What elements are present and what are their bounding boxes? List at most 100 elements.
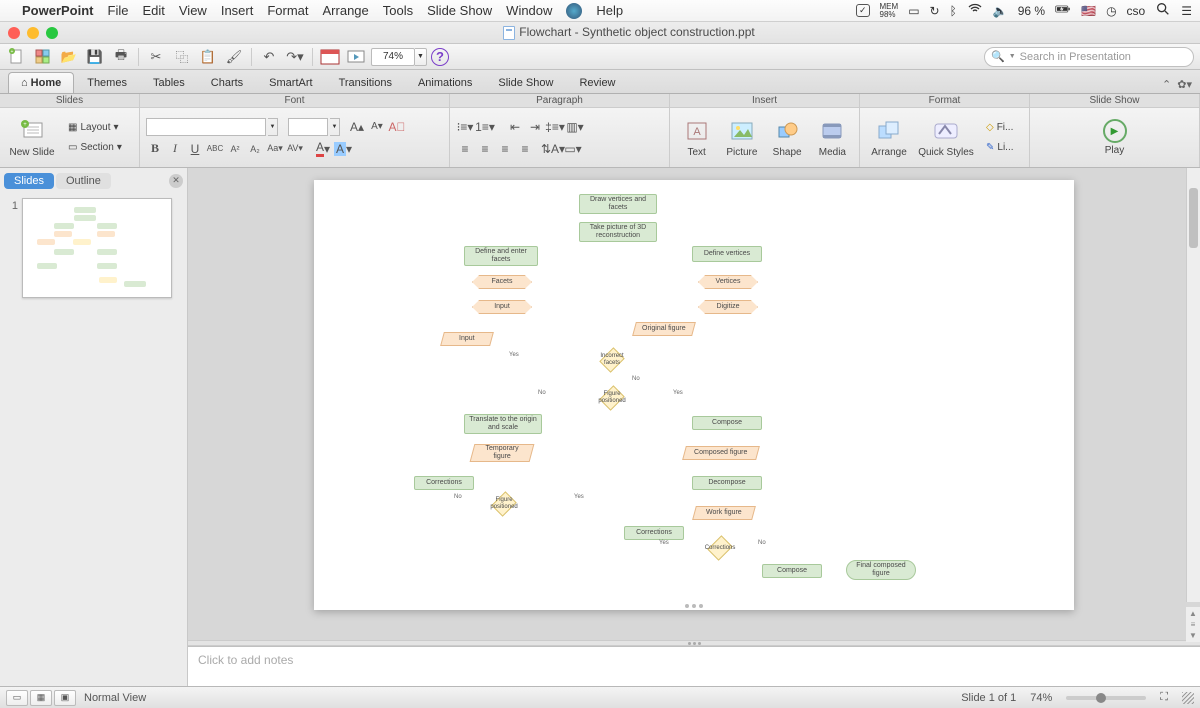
node-corrections-left[interactable]: Corrections xyxy=(414,476,474,490)
close-window[interactable] xyxy=(8,27,20,39)
menu-view[interactable]: View xyxy=(179,3,207,18)
zoom-slider[interactable] xyxy=(1066,696,1146,700)
node-draw-vertices[interactable]: Draw vertices and facets xyxy=(579,194,657,214)
menu-format[interactable]: Format xyxy=(267,3,308,18)
normal-view-icon[interactable]: ▭ xyxy=(6,690,28,706)
underline-icon[interactable]: U xyxy=(186,140,204,158)
tab-smartart[interactable]: SmartArt xyxy=(256,72,325,93)
quick-styles-button[interactable]: Quick Styles xyxy=(916,111,976,165)
strike-icon[interactable]: ABC xyxy=(206,140,224,158)
wifi-icon[interactable] xyxy=(967,1,983,20)
minimize-window[interactable] xyxy=(27,27,39,39)
redo-icon[interactable]: ↷▾ xyxy=(284,47,306,67)
siri-icon[interactable] xyxy=(566,3,582,19)
node-temp[interactable]: Temporary figure xyxy=(470,444,535,462)
node-digitize[interactable]: Digitize xyxy=(698,300,758,314)
bold-icon[interactable]: B xyxy=(146,140,164,158)
tab-review[interactable]: Review xyxy=(566,72,628,93)
slideshow-icon[interactable] xyxy=(345,47,367,67)
indent-left-icon[interactable]: ⇤ xyxy=(506,118,524,136)
change-case-icon[interactable]: Aa▾ xyxy=(266,140,284,158)
panel-tab-slides[interactable]: Slides xyxy=(4,173,54,189)
node-figure-positioned-2[interactable]: Figure positioned xyxy=(492,492,516,516)
grow-font-icon[interactable]: A▴ xyxy=(348,118,366,136)
highlight-icon[interactable]: A▾ xyxy=(334,140,352,158)
picture-button[interactable]: Picture xyxy=(721,111,762,165)
node-incorrect-facets[interactable]: Incorrect facets xyxy=(600,348,624,372)
zoom-field[interactable]: 74% xyxy=(371,48,415,66)
bluetooth-icon[interactable]: ᛒ xyxy=(950,4,957,18)
node-compose-2[interactable]: Compose xyxy=(762,564,822,578)
menu-insert[interactable]: Insert xyxy=(221,3,254,18)
font-family-dropdown[interactable]: ▼ xyxy=(268,118,278,136)
tab-home[interactable]: ⌂Home xyxy=(8,72,74,93)
presenter-view-icon[interactable]: ▣ xyxy=(54,690,76,706)
panel-tab-outline[interactable]: Outline xyxy=(56,173,111,189)
font-family-field[interactable] xyxy=(146,118,266,136)
panel-close-icon[interactable]: ✕ xyxy=(169,174,183,188)
undo-icon[interactable]: ↶ xyxy=(258,47,280,67)
superscript-icon[interactable]: A² xyxy=(226,140,244,158)
align-text-icon[interactable]: ▭▾ xyxy=(564,140,582,158)
node-original[interactable]: Original figure xyxy=(632,322,696,336)
tab-slideshow[interactable]: Slide Show xyxy=(485,72,566,93)
paste-icon[interactable]: 📋 xyxy=(197,47,219,67)
node-define-vertices[interactable]: Define vertices xyxy=(692,246,762,262)
checkmark-icon[interactable]: ✓ xyxy=(856,4,870,17)
clock-icon[interactable]: ◷ xyxy=(1106,4,1116,18)
sorter-view-icon[interactable]: ▦ xyxy=(30,690,52,706)
bullets-icon[interactable]: ⁝≡▾ xyxy=(456,118,474,136)
sync-icon[interactable]: ↻ xyxy=(930,4,940,18)
tab-tables[interactable]: Tables xyxy=(140,72,198,93)
shape-button[interactable]: Shape xyxy=(767,111,808,165)
node-translate[interactable]: Translate to the origin and scale xyxy=(464,414,542,434)
section-button[interactable]: ▭Section ▾ xyxy=(62,139,128,157)
tab-transitions[interactable]: Transitions xyxy=(326,72,405,93)
menu-file[interactable]: File xyxy=(108,3,129,18)
line-spacing-icon[interactable]: ‡≡▾ xyxy=(546,118,564,136)
tab-charts[interactable]: Charts xyxy=(198,72,256,93)
spotlight-icon[interactable] xyxy=(1155,1,1171,20)
template-icon[interactable] xyxy=(32,47,54,67)
node-corrections-diamond[interactable]: Corrections xyxy=(708,536,732,560)
menu-help[interactable]: Help xyxy=(596,3,623,18)
menu-icon[interactable]: ☰ xyxy=(1181,4,1192,18)
new-slide-button[interactable]: + New Slide xyxy=(6,111,58,165)
line-button[interactable]: ✎Li... xyxy=(980,139,1020,157)
zoom-dropdown[interactable]: ▼ xyxy=(415,48,427,66)
menu-arrange[interactable]: Arrange xyxy=(323,3,369,18)
align-right-icon[interactable]: ≡ xyxy=(496,140,514,158)
italic-icon[interactable]: I xyxy=(166,140,184,158)
ribbon-options-icon[interactable]: ✿▾ xyxy=(1177,78,1192,91)
node-input[interactable]: Input xyxy=(472,300,532,314)
format-painter-icon[interactable]: 🖌 xyxy=(223,47,245,67)
font-size-field[interactable] xyxy=(288,118,328,136)
media-button[interactable]: Media xyxy=(812,111,853,165)
node-decompose[interactable]: Decompose xyxy=(692,476,762,490)
align-center-icon[interactable]: ≡ xyxy=(476,140,494,158)
new-doc-icon[interactable]: + xyxy=(6,47,28,67)
node-work[interactable]: Work figure xyxy=(692,506,756,520)
menu-tools[interactable]: Tools xyxy=(383,3,413,18)
menu-edit[interactable]: Edit xyxy=(142,3,164,18)
notes-pane[interactable]: Click to add notes xyxy=(188,646,1200,686)
char-spacing-icon[interactable]: AV▾ xyxy=(286,140,304,158)
node-corrections-mid[interactable]: Corrections xyxy=(624,526,684,540)
indent-right-icon[interactable]: ⇥ xyxy=(526,118,544,136)
node-define-enter[interactable]: Define and enter facets xyxy=(464,246,538,266)
node-facets[interactable]: Facets xyxy=(472,275,532,289)
text-direction-icon[interactable]: ⇅A▾ xyxy=(544,140,562,158)
node-figure-positioned-1[interactable]: Figure positioned xyxy=(600,386,624,410)
menu-window[interactable]: Window xyxy=(506,3,552,18)
node-composed[interactable]: Composed figure xyxy=(682,446,760,460)
play-button[interactable]: ▶ Play xyxy=(1092,111,1138,165)
vertical-scrollbar[interactable] xyxy=(1186,168,1200,602)
arrange-button[interactable]: Arrange xyxy=(866,111,912,165)
help-icon[interactable]: ? xyxy=(431,48,449,66)
save-icon[interactable]: 💾 xyxy=(84,47,106,67)
font-color-icon[interactable]: A▾ xyxy=(314,140,332,158)
subscript-icon[interactable]: A₂ xyxy=(246,140,264,158)
numbering-icon[interactable]: 1≡▾ xyxy=(476,118,494,136)
display-icon[interactable]: ▭ xyxy=(908,4,919,18)
user-name[interactable]: cso xyxy=(1127,4,1146,18)
